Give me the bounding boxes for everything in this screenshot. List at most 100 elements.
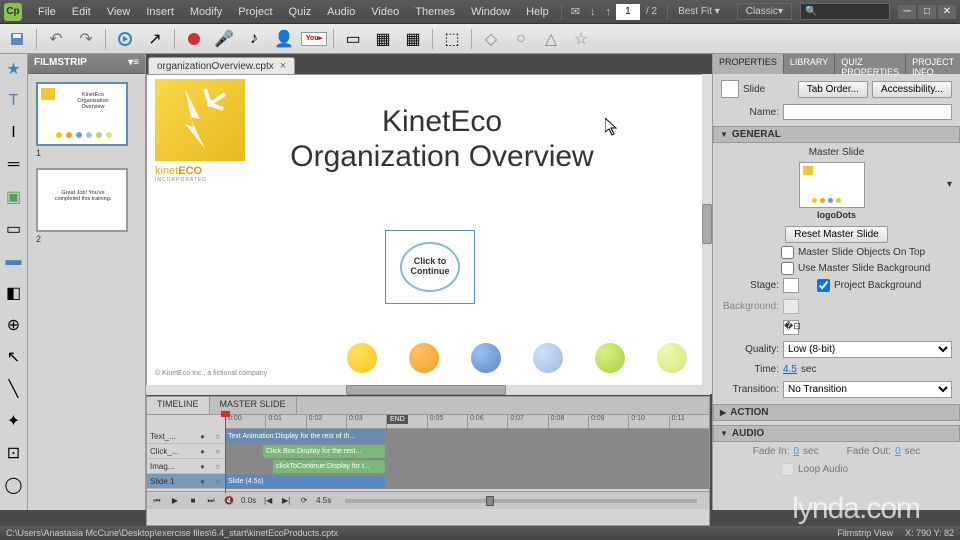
close-button[interactable]: ✕: [938, 5, 956, 19]
tab-order-button[interactable]: Tab Order...: [798, 81, 868, 98]
reset-master-button[interactable]: Reset Master Slide: [785, 226, 887, 243]
stop-icon[interactable]: ■: [187, 496, 199, 505]
play-icon[interactable]: ▶: [169, 496, 181, 505]
workspace-dropdown[interactable]: Classic ▾: [737, 3, 792, 20]
browse-bg-button[interactable]: �⊡: [783, 320, 799, 335]
shape1-icon[interactable]: ◇: [478, 27, 504, 51]
mouse-icon[interactable]: ↖: [5, 348, 23, 366]
quality-select[interactable]: Low (8-bit): [783, 341, 952, 358]
menu-view[interactable]: View: [99, 6, 139, 18]
close-tab-icon[interactable]: ×: [280, 60, 286, 72]
loop-icon[interactable]: ⟳: [298, 496, 310, 505]
stage-color-swatch[interactable]: [783, 278, 799, 293]
microphone-icon[interactable]: 🎤: [211, 27, 237, 51]
prev-icon[interactable]: |◀: [262, 496, 274, 505]
goto-start-icon[interactable]: ⏮: [151, 496, 163, 506]
shape3-icon[interactable]: △: [538, 27, 564, 51]
highlight-icon[interactable]: ▬: [5, 252, 23, 270]
mute-icon[interactable]: 🔇: [223, 496, 235, 505]
tab-properties[interactable]: PROPERTIES: [713, 54, 784, 74]
save-button[interactable]: [4, 27, 30, 51]
smart-shape-icon[interactable]: ◯: [5, 476, 23, 494]
chevron-down-icon[interactable]: ▾: [947, 179, 952, 190]
lock-toggle[interactable]: ○: [210, 432, 225, 441]
timeline-ruler[interactable]: 0:000:010:020:030:040:050:060:070:080:09…: [225, 415, 709, 429]
maximize-button[interactable]: □: [918, 5, 936, 19]
image-icon[interactable]: ▣: [5, 188, 23, 206]
section-audio[interactable]: ▼AUDIO: [713, 425, 960, 442]
accessibility-button[interactable]: Accessibility...: [872, 81, 952, 98]
project-bg-checkbox[interactable]: [817, 279, 830, 292]
youtube-button[interactable]: You▸: [301, 27, 327, 51]
line-icon[interactable]: ╲: [5, 380, 23, 398]
menu-insert[interactable]: Insert: [138, 6, 182, 18]
document-tab[interactable]: organizationOverview.cptx ×: [148, 57, 295, 74]
menu-quiz[interactable]: Quiz: [281, 6, 320, 18]
visibility-toggle[interactable]: ●: [195, 432, 210, 441]
redo-button[interactable]: ↷: [73, 27, 99, 51]
layer-image[interactable]: Imag...●○clickToContinue:Display for t..…: [147, 459, 709, 474]
menu-edit[interactable]: Edit: [64, 6, 99, 18]
filmstrip-slide-2[interactable]: Great Job! You've completed this trainin…: [36, 168, 137, 244]
grid-button[interactable]: ▦: [400, 27, 426, 51]
tab-library[interactable]: LIBRARY: [784, 54, 835, 74]
arrow-down-icon[interactable]: ↓: [585, 6, 601, 18]
menu-audio[interactable]: Audio: [319, 6, 363, 18]
animation-icon[interactable]: ✦: [5, 412, 23, 430]
rollover-icon[interactable]: ◧: [5, 284, 23, 302]
slider-icon[interactable]: ═: [5, 156, 23, 174]
shape2-icon[interactable]: ○: [508, 27, 534, 51]
slide-canvas[interactable]: kinetkinetECOECO INCORPORATED KinetEcoOr…: [146, 74, 710, 394]
master-slide-thumb[interactable]: [799, 162, 865, 208]
menu-window[interactable]: Window: [463, 6, 518, 18]
panel-menu-icon[interactable]: ▾≡: [128, 57, 139, 70]
button-icon[interactable]: ▭: [5, 220, 23, 238]
section-action[interactable]: ▶ACTION: [713, 404, 960, 421]
arrow-up-icon[interactable]: ↑: [600, 6, 616, 18]
tab-project-info[interactable]: PROJECT INFO: [906, 54, 960, 74]
next-icon[interactable]: ▶|: [280, 496, 292, 505]
click-to-continue-box[interactable]: Click to Continue: [385, 230, 475, 304]
zoom-icon[interactable]: ⊕: [5, 316, 23, 334]
minimize-button[interactable]: ─: [898, 5, 916, 19]
canvas-vscrollbar[interactable]: [702, 74, 712, 394]
screen-button[interactable]: ⬚: [439, 27, 465, 51]
time-value[interactable]: 4.5: [783, 364, 797, 375]
use-master-bg-checkbox[interactable]: [781, 262, 794, 275]
mail-icon[interactable]: ✉: [566, 5, 585, 18]
canvas-hscrollbar[interactable]: [146, 385, 710, 395]
tab-quiz-properties[interactable]: QUIZ PROPERTIES: [835, 54, 906, 74]
goto-end-icon[interactable]: ⏭: [205, 496, 217, 506]
menu-file[interactable]: File: [30, 6, 64, 18]
page-current-input[interactable]: 1: [616, 4, 640, 20]
timeline-zoom-slider[interactable]: [345, 499, 697, 503]
music-icon[interactable]: ♪: [241, 27, 267, 51]
layout-button[interactable]: ▭: [340, 27, 366, 51]
transition-select[interactable]: No Transition: [783, 381, 952, 398]
record-button[interactable]: [181, 27, 207, 51]
star-icon[interactable]: ★: [5, 60, 23, 78]
zoom-dropdown[interactable]: Best Fit ▾: [672, 6, 726, 17]
layer-click[interactable]: Click_...●○Click Box:Display for the res…: [147, 444, 709, 459]
section-general[interactable]: ▼GENERAL: [713, 126, 960, 143]
widget-icon[interactable]: ⊡: [5, 444, 23, 462]
preview-button[interactable]: [112, 27, 138, 51]
table-button[interactable]: ▦: [370, 27, 396, 51]
name-input[interactable]: [783, 104, 952, 120]
text-caption-icon[interactable]: T: [5, 92, 23, 110]
menu-themes[interactable]: Themes: [407, 6, 463, 18]
character-icon[interactable]: 👤: [271, 27, 297, 51]
undo-button[interactable]: ↶: [43, 27, 69, 51]
layer-text[interactable]: Text_...●○Text Animation:Display for the…: [147, 429, 709, 444]
menu-project[interactable]: Project: [230, 6, 280, 18]
shape4-icon[interactable]: ☆: [568, 27, 594, 51]
filmstrip-slide-1[interactable]: KinetEco Organization Overview 1: [36, 82, 137, 158]
layer-slide[interactable]: Slide 1●○Slide (4.5s): [147, 474, 709, 489]
menu-video[interactable]: Video: [363, 6, 407, 18]
objects-on-top-checkbox[interactable]: [781, 246, 794, 259]
menu-modify[interactable]: Modify: [182, 6, 230, 18]
publish-button[interactable]: ↗: [142, 27, 168, 51]
search-input[interactable]: [800, 3, 890, 20]
tab-timeline[interactable]: TIMELINE: [147, 397, 210, 414]
menu-help[interactable]: Help: [518, 6, 557, 18]
